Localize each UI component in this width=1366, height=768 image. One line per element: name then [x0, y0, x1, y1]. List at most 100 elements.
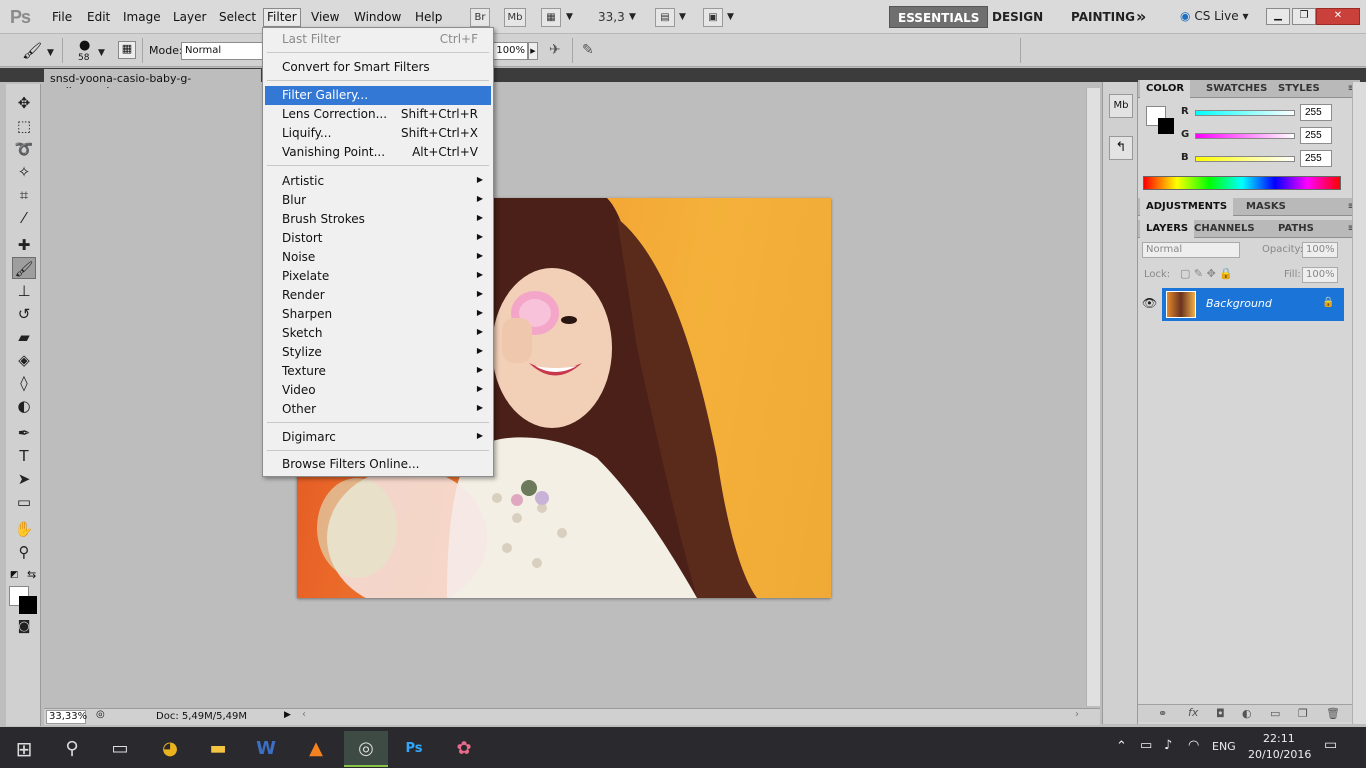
- dodge-tool-icon[interactable]: ◐: [12, 395, 36, 417]
- menu-select[interactable]: Select: [215, 8, 260, 27]
- menu-item-stylize[interactable]: Stylize ▶: [265, 343, 491, 362]
- layer-style-icon[interactable]: fx: [1188, 706, 1198, 719]
- eraser-tool-icon[interactable]: ▰: [12, 326, 36, 348]
- tab-adjustments[interactable]: ADJUSTMENTS: [1140, 198, 1234, 216]
- menu-view[interactable]: View: [307, 8, 343, 27]
- brush-tool-icon[interactable]: 🖌: [22, 41, 42, 60]
- red-value-field[interactable]: [1300, 104, 1332, 121]
- clone-stamp-tool-icon[interactable]: ⊥: [12, 280, 36, 302]
- tab-swatches[interactable]: SWATCHES: [1200, 80, 1273, 98]
- scroll-right-icon[interactable]: ›: [1075, 709, 1079, 720]
- menu-item-other[interactable]: Other ▶: [265, 400, 491, 419]
- wifi-icon[interactable]: ◠: [1188, 738, 1199, 753]
- hand-tool-icon[interactable]: ✋: [12, 518, 36, 540]
- menu-item-liquify[interactable]: Liquify... Shift+Ctrl+X: [265, 124, 491, 143]
- tab-masks[interactable]: MASKS: [1240, 198, 1292, 216]
- tablet-pressure-icon[interactable]: ✎: [582, 42, 594, 58]
- menu-item-distort[interactable]: Distort ▶: [265, 229, 491, 248]
- menu-help[interactable]: Help: [411, 8, 446, 27]
- scroll-left-icon[interactable]: ‹: [302, 709, 306, 720]
- volume-icon[interactable]: ♪: [1164, 738, 1172, 753]
- status-info-icon[interactable]: ◎: [96, 709, 105, 720]
- tab-color[interactable]: COLOR: [1140, 80, 1191, 98]
- healing-brush-tool-icon[interactable]: ✚: [12, 234, 36, 256]
- green-slider[interactable]: [1195, 133, 1295, 139]
- battery-icon[interactable]: ▭: [1140, 738, 1152, 753]
- menu-item-noise[interactable]: Noise ▶: [265, 248, 491, 267]
- close-button[interactable]: ✕: [1316, 8, 1360, 25]
- path-selection-tool-icon[interactable]: ➤: [12, 468, 36, 490]
- more-workspaces-icon[interactable]: »: [1128, 6, 1154, 28]
- tab-styles[interactable]: STYLES: [1272, 80, 1326, 98]
- type-tool-icon[interactable]: T: [12, 445, 36, 467]
- rectangle-tool-icon[interactable]: ▭: [12, 491, 36, 513]
- photoshop-taskbar-icon[interactable]: Ps: [392, 731, 436, 767]
- layer-opacity-field[interactable]: 100%: [1302, 242, 1338, 258]
- windows-start-icon[interactable]: ⊞: [2, 731, 46, 767]
- menu-item-browse-filters-online[interactable]: Browse Filters Online...: [265, 455, 491, 474]
- menu-image[interactable]: Image: [119, 8, 165, 27]
- history-brush-tool-icon[interactable]: ↺: [12, 303, 36, 325]
- cs-live-button[interactable]: ◉ CS Live ▾: [1180, 9, 1248, 23]
- chevron-down-icon[interactable]: ▼: [727, 12, 734, 22]
- color-spectrum-bar[interactable]: [1143, 176, 1341, 190]
- menu-item-texture[interactable]: Texture ▶: [265, 362, 491, 381]
- move-tool-icon[interactable]: ✥: [12, 92, 36, 114]
- menu-item-brush-strokes[interactable]: Brush Strokes ▶: [265, 210, 491, 229]
- input-language[interactable]: ENG: [1212, 740, 1236, 753]
- menu-edit[interactable]: Edit: [83, 8, 114, 27]
- tray-chevron-icon[interactable]: ⌃: [1116, 739, 1127, 754]
- zoom-level[interactable]: 33,3: [598, 10, 625, 24]
- task-view-icon[interactable]: ▭: [98, 731, 142, 767]
- notifications-icon[interactable]: ▭: [1324, 737, 1337, 753]
- blue-value-field[interactable]: [1300, 150, 1332, 167]
- eye-icon[interactable]: 👁: [1142, 296, 1157, 310]
- quick-selection-tool-icon[interactable]: ✧: [12, 161, 36, 183]
- layer-row-background[interactable]: Background 🔒: [1162, 288, 1344, 321]
- restore-button[interactable]: ❐: [1292, 8, 1316, 25]
- workspace-essentials[interactable]: ESSENTIALS: [889, 6, 989, 28]
- view-extras-icon[interactable]: ▦: [541, 8, 561, 27]
- flow-slider-arrow-icon[interactable]: ▶: [528, 42, 538, 60]
- brush-panel-icon[interactable]: ▦: [118, 41, 136, 59]
- menu-item-vanishing-point[interactable]: Vanishing Point... Alt+Ctrl+V: [265, 143, 491, 162]
- chevron-down-icon[interactable]: ▼: [566, 12, 573, 22]
- mode-select[interactable]: Normal: [181, 42, 263, 60]
- quick-mask-icon[interactable]: ◙: [12, 616, 36, 638]
- menu-item-convert-smart-filters[interactable]: Convert for Smart Filters: [265, 58, 491, 77]
- new-layer-icon[interactable]: ❐: [1298, 707, 1308, 720]
- menu-item-digimarc[interactable]: Digimarc ▶: [265, 428, 491, 447]
- marquee-tool-icon[interactable]: ⬚: [12, 115, 36, 137]
- arrange-documents-icon[interactable]: ▤: [655, 8, 675, 27]
- minibridge-panel-icon[interactable]: Mb: [1109, 94, 1133, 118]
- minimize-button[interactable]: ▁: [1266, 8, 1290, 25]
- tab-paths[interactable]: PATHS: [1272, 220, 1320, 238]
- bridge-button[interactable]: Br: [470, 8, 490, 27]
- paint-app-icon[interactable]: ✿: [442, 731, 486, 767]
- status-menu-arrow-icon[interactable]: ▶: [284, 710, 291, 720]
- eyedropper-tool-icon[interactable]: ⁄: [12, 207, 36, 229]
- crop-tool-icon[interactable]: ⌗: [12, 184, 36, 206]
- menu-file[interactable]: File: [48, 8, 76, 27]
- menu-item-lens-correction[interactable]: Lens Correction... Shift+Ctrl+R: [265, 105, 491, 124]
- menu-item-sharpen[interactable]: Sharpen ▶: [265, 305, 491, 324]
- clock-date[interactable]: 20/10/2016: [1248, 748, 1311, 761]
- tab-channels[interactable]: CHANNELS: [1188, 220, 1261, 238]
- steam-icon[interactable]: ◎: [344, 731, 388, 767]
- default-colors-icon[interactable]: ◩: [10, 570, 19, 580]
- menu-item-video[interactable]: Video ▶: [265, 381, 491, 400]
- menu-item-sketch[interactable]: Sketch ▶: [265, 324, 491, 343]
- flow-field[interactable]: 100%: [490, 42, 528, 60]
- menu-item-render[interactable]: Render ▶: [265, 286, 491, 305]
- menu-window[interactable]: Window: [350, 8, 405, 27]
- chevron-down-icon[interactable]: ▼: [47, 48, 54, 58]
- paint-bucket-tool-icon[interactable]: ◈: [12, 349, 36, 371]
- add-mask-icon[interactable]: ◘: [1216, 707, 1225, 720]
- menu-layer[interactable]: Layer: [169, 8, 210, 27]
- clock-time[interactable]: 22:11: [1263, 732, 1295, 745]
- search-icon[interactable]: ⚲: [50, 731, 94, 767]
- delete-layer-icon[interactable]: 🗑: [1326, 707, 1340, 720]
- swap-colors-icon[interactable]: ⇆: [27, 568, 36, 581]
- word-icon[interactable]: W: [244, 731, 288, 767]
- menu-item-pixelate[interactable]: Pixelate ▶: [265, 267, 491, 286]
